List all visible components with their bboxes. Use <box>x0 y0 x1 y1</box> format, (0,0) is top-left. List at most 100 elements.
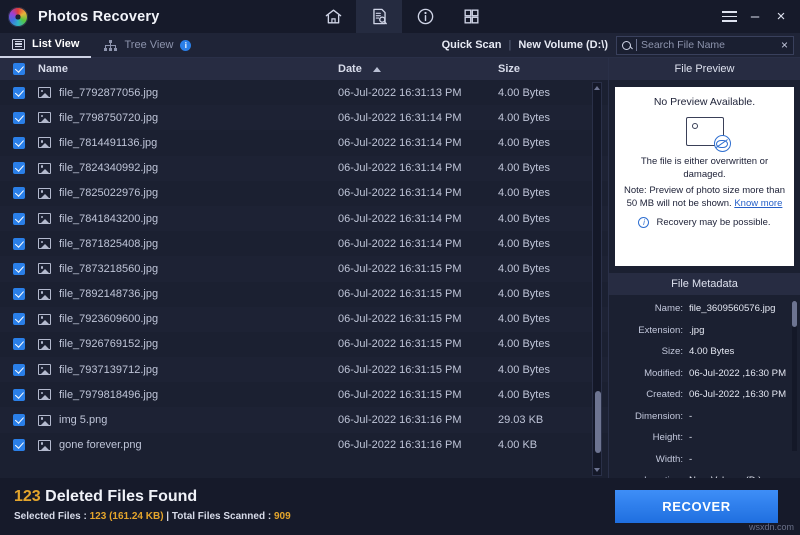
list-view-icon <box>12 38 25 50</box>
selected-files-count: 123 <box>89 511 107 522</box>
image-file-icon <box>38 338 51 350</box>
status-bar: 123 Deleted Files Found Selected Files :… <box>0 478 800 535</box>
scroll-up-arrow-icon[interactable] <box>594 86 600 90</box>
row-file-name: file_7873218560.jpg <box>59 262 159 275</box>
recover-button[interactable]: RECOVER <box>615 490 778 523</box>
row-checkbox[interactable] <box>0 288 38 301</box>
row-name-cell: file_7923609600.jpg <box>38 313 338 325</box>
row-date: 06-Jul-2022 16:31:15 PM <box>338 363 462 376</box>
row-checkbox[interactable] <box>0 111 38 124</box>
scroll-down-arrow-icon[interactable] <box>594 468 600 472</box>
table-row[interactable]: file_7814491136.jpg 06-Jul-2022 16:31:14 … <box>0 130 608 155</box>
metadata-key: Width: <box>655 453 683 465</box>
row-checkbox[interactable] <box>0 187 38 200</box>
metadata-scrollbar-thumb[interactable] <box>792 301 797 327</box>
home-icon[interactable] <box>310 0 356 33</box>
image-placeholder-icon <box>685 117 731 152</box>
row-size: 4.00 Bytes <box>498 111 550 124</box>
aperture-logo-icon <box>8 6 28 27</box>
info-icon[interactable] <box>402 0 448 33</box>
table-row[interactable]: file_7892148736.jpg 06-Jul-2022 16:31:15 … <box>0 282 608 307</box>
metadata-value: 4.00 Bytes <box>689 346 735 357</box>
minimize-button[interactable]: – <box>742 0 768 33</box>
tree-view-info-badge[interactable]: i <box>180 39 192 51</box>
table-row[interactable]: file_7824340992.jpg 06-Jul-2022 16:31:14 … <box>0 155 608 181</box>
selected-files-size: (161.24 KB) <box>109 511 164 522</box>
hamburger-menu-icon[interactable] <box>716 0 742 33</box>
select-all-checkbox[interactable] <box>0 63 38 75</box>
table-row[interactable]: file_7937139712.jpg 06-Jul-2022 16:31:15 … <box>0 357 608 383</box>
recovery-possible-row: i Recovery may be possible. <box>638 217 771 228</box>
table-row[interactable]: file_7979818496.jpg 06-Jul-2022 16:31:15 … <box>0 382 608 407</box>
row-checkbox[interactable] <box>0 363 38 376</box>
table-row[interactable]: file_7798750720.jpg 06-Jul-2022 16:31:14 … <box>0 105 608 131</box>
row-size: 4.00 Bytes <box>498 162 550 175</box>
row-checkbox[interactable] <box>0 439 38 452</box>
sort-ascending-icon <box>372 66 381 72</box>
preview-card: No Preview Available. The file is either… <box>615 87 794 266</box>
table-row[interactable]: file_7926769152.jpg 06-Jul-2022 16:31:15 … <box>0 332 608 357</box>
tab-list-view[interactable]: List View <box>0 33 92 58</box>
app-title: Photos Recovery <box>38 8 160 25</box>
file-metadata-header: File Metadata <box>609 273 800 295</box>
table-row[interactable]: file_7923609600.jpg 06-Jul-2022 16:31:15 … <box>0 306 608 332</box>
search-input[interactable] <box>635 39 776 51</box>
close-button[interactable]: × <box>768 0 794 33</box>
table-row[interactable]: gone forever.png 06-Jul-2022 16:31:16 PM 4… <box>0 433 608 458</box>
file-preview-body: No Preview Available. The file is either… <box>609 80 800 273</box>
image-file-icon <box>38 187 51 199</box>
row-size: 4.00 Bytes <box>498 187 550 200</box>
document-search-icon[interactable] <box>356 0 402 33</box>
column-header-name[interactable]: Name <box>38 63 338 75</box>
found-count: 123 <box>14 488 41 505</box>
column-header-size[interactable]: Size <box>498 63 588 75</box>
scrollbar-thumb[interactable] <box>595 391 601 453</box>
file-list-scrollbar[interactable] <box>592 82 602 476</box>
row-size: 4.00 Bytes <box>498 136 550 149</box>
table-row[interactable]: file_7825022976.jpg 06-Jul-2022 16:31:14 … <box>0 181 608 206</box>
row-size: 4.00 Bytes <box>498 388 550 401</box>
search-clear-icon[interactable]: × <box>781 38 788 52</box>
column-header-date-label: Date <box>338 63 362 75</box>
file-list-header: Name Date Size <box>0 58 608 80</box>
metadata-row: Dimension: - <box>609 411 800 423</box>
row-checkbox[interactable] <box>0 313 38 326</box>
table-row[interactable]: file_7792877056.jpg 06-Jul-2022 16:31:13 … <box>0 80 608 105</box>
row-name-cell: file_7926769152.jpg <box>38 338 338 350</box>
table-row[interactable]: file_7873218560.jpg 06-Jul-2022 16:31:15 … <box>0 256 608 282</box>
row-checkbox[interactable] <box>0 162 38 175</box>
selection-summary: Selected Files : 123 (161.24 KB) | Total… <box>14 511 291 522</box>
app-window: Photos Recovery – × List View Tree View … <box>0 0 800 535</box>
row-checkbox[interactable] <box>0 237 38 250</box>
column-header-date[interactable]: Date <box>338 63 498 75</box>
file-metadata-body: Name: file_3609560576.jpg Extension: .jpg Si… <box>609 295 800 499</box>
row-name-cell: file_7871825408.jpg <box>38 238 338 250</box>
grid-icon[interactable] <box>448 0 494 33</box>
row-checkbox[interactable] <box>0 86 38 99</box>
search-box[interactable]: × <box>616 35 794 55</box>
row-date: 06-Jul-2022 16:31:14 PM <box>338 187 462 200</box>
row-checkbox[interactable] <box>0 338 38 351</box>
row-size: 4.00 Bytes <box>498 338 550 351</box>
row-checkbox[interactable] <box>0 262 38 275</box>
list-view-label: List View <box>32 38 80 50</box>
know-more-link[interactable]: Know more <box>734 198 782 209</box>
preview-message-line1: The file is either overwritten or <box>640 156 769 167</box>
tab-tree-view[interactable]: Tree View i <box>91 33 203 58</box>
scan-separator: | <box>508 39 512 51</box>
table-row[interactable]: file_7841843200.jpg 06-Jul-2022 16:31:14 … <box>0 205 608 232</box>
row-checkbox[interactable] <box>0 136 38 149</box>
metadata-key: Name: <box>654 303 683 314</box>
row-size: 4.00 Bytes <box>498 237 550 250</box>
table-row[interactable]: file_7871825408.jpg 06-Jul-2022 16:31:14 … <box>0 231 608 256</box>
table-row[interactable]: img 5.png 06-Jul-2022 16:31:16 PM 29.03 KB <box>0 407 608 433</box>
row-name-cell: file_7937139712.jpg <box>38 364 338 376</box>
row-name-cell: file_7892148736.jpg <box>38 288 338 300</box>
row-checkbox[interactable] <box>0 212 38 225</box>
row-checkbox[interactable] <box>0 414 38 427</box>
row-date: 06-Jul-2022 16:31:16 PM <box>338 439 462 452</box>
row-date: 06-Jul-2022 16:31:15 PM <box>338 388 462 401</box>
row-checkbox[interactable] <box>0 388 38 401</box>
row-date: 06-Jul-2022 16:31:14 PM <box>338 111 462 124</box>
total-scanned-count: 909 <box>273 511 291 522</box>
